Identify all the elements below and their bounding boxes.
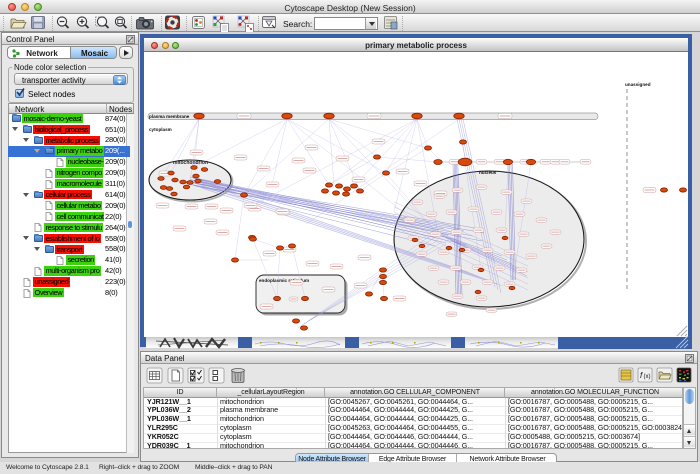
svg-text:unassigned: unassigned <box>625 82 651 87</box>
svg-text:plasma membrane: plasma membrane <box>149 114 190 119</box>
svg-text:nucleus: nucleus <box>479 170 497 175</box>
svg-text:mitochondrion: mitochondrion <box>173 160 208 166</box>
svg-text:cytoplasm: cytoplasm <box>149 127 172 132</box>
svg-text:(x): (x) <box>644 374 651 380</box>
